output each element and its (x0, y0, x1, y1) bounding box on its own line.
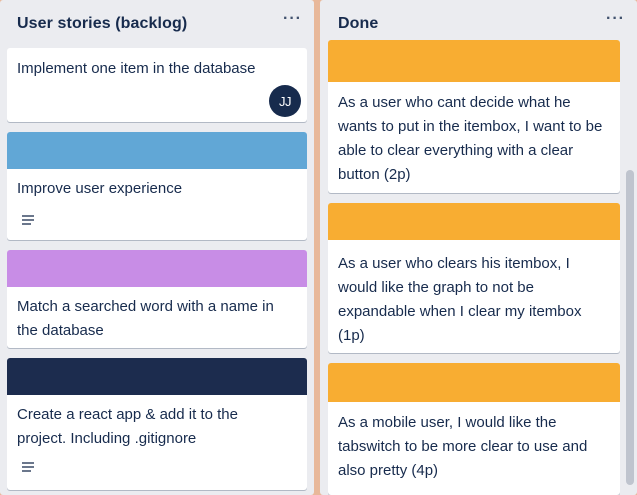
card-tabswitch[interactable]: As a mobile user, I would like the tabsw… (328, 363, 620, 495)
list-menu-button[interactable]: ··· (606, 10, 625, 28)
list-title[interactable]: Done (338, 15, 378, 33)
card-react-app[interactable]: Create a react app & add it to the proje… (7, 358, 307, 490)
card-cover (328, 40, 620, 82)
card-title: Implement one item in the database (17, 60, 256, 77)
card-cover (7, 358, 307, 395)
scrollbar[interactable] (626, 170, 634, 485)
card-title: Improve user experience (17, 180, 183, 197)
card-cover (7, 250, 307, 287)
list-backlog: User stories (backlog) ··· Implement one… (0, 0, 314, 495)
list-header: User stories (backlog) ··· (0, 0, 314, 48)
list-title[interactable]: User stories (backlog) (17, 15, 187, 33)
card-match-word[interactable]: Match a searched word with a name in the… (7, 250, 307, 348)
card-title: As a mobile user, I would like the tabsw… (338, 414, 588, 479)
card-cover (328, 203, 620, 240)
card-title: As a user who clears his itembox, I woul… (338, 255, 582, 344)
card-title: As a user who cant decide what he wants … (338, 94, 603, 183)
avatar[interactable]: JJ (269, 85, 301, 117)
card-cover (328, 363, 620, 402)
card-clear-button[interactable]: As a user who cant decide what he wants … (328, 40, 620, 193)
list-done: Done ··· As a user who cant decide what … (320, 0, 637, 495)
card-graph-expandable[interactable]: As a user who clears his itembox, I woul… (328, 203, 620, 353)
description-lines-icon (22, 215, 36, 225)
description-lines-icon (22, 462, 36, 472)
list-menu-button[interactable]: ··· (283, 10, 302, 28)
card-implement-item[interactable]: Implement one item in the database JJ (7, 48, 307, 122)
card-improve-ux[interactable]: Improve user experience (7, 132, 307, 240)
card-cover (7, 132, 307, 169)
card-title: Create a react app & add it to the proje… (17, 406, 238, 447)
card-title: Match a searched word with a name in the… (17, 298, 274, 339)
